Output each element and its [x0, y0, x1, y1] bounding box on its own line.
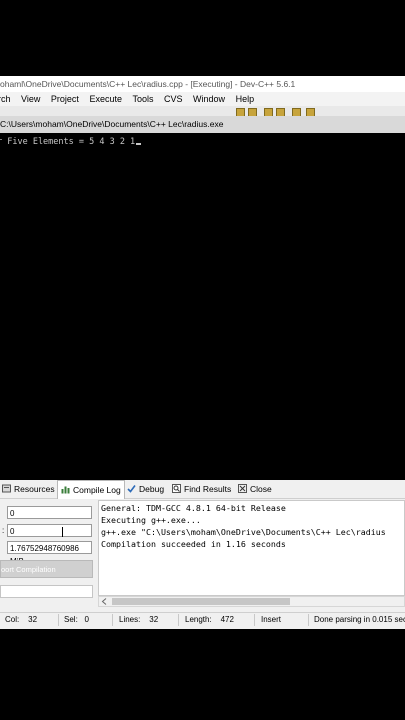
abort-compilation-button[interactable]: oort Compilation — [0, 560, 93, 578]
console-output-area[interactable] — [0, 133, 405, 480]
menu-help[interactable]: Help — [236, 92, 255, 106]
compile-log-icon — [61, 486, 70, 494]
status-sel: Sel: 0 — [64, 615, 89, 624]
field-label-fragment: : — [2, 526, 5, 535]
menu-bar: rch View Project Execute Tools CVS Windo… — [0, 92, 405, 106]
status-separator — [254, 614, 255, 626]
text-cursor-ibeam — [62, 527, 63, 537]
status-col: Col: 32 — [5, 615, 38, 624]
menu-tools[interactable]: Tools — [132, 92, 153, 106]
log-line: g++.exe "C:\Users\moham\OneDrive\Documen… — [101, 527, 386, 537]
tab-find-results[interactable]: Find Results — [172, 480, 231, 498]
log-line: General: TDM-GCC 4.8.1 64-bit Release — [101, 503, 286, 513]
window-title-bar: ohaml\OneDrive\Documents\C++ Lec\radius.… — [0, 76, 405, 92]
menu-execute[interactable]: Execute — [89, 92, 122, 106]
errors-field: 0 — [7, 506, 92, 519]
menu-project[interactable]: Project — [51, 92, 79, 106]
menu-window[interactable]: Window — [193, 92, 225, 106]
find-results-icon — [172, 484, 181, 493]
resources-icon — [2, 484, 11, 493]
console-title: C:\Users\moham\OneDrive\Documents\C++ Le… — [0, 119, 224, 129]
status-separator — [308, 614, 309, 626]
status-separator — [178, 614, 179, 626]
shorten-paths-checkbox-area[interactable] — [0, 585, 93, 598]
text-cursor — [136, 143, 142, 145]
window-title: ohaml\OneDrive\Documents\C++ Lec\radius.… — [0, 79, 296, 89]
log-line: Compilation succeeded in 1.16 seconds — [101, 539, 286, 549]
status-insert-mode: Insert — [261, 615, 282, 624]
status-separator — [112, 614, 113, 626]
tab-resources[interactable]: Resources — [2, 480, 55, 498]
status-lines: Lines: 32 — [119, 615, 159, 624]
tab-debug[interactable]: Debug — [127, 480, 164, 498]
scroll-left-icon[interactable] — [101, 598, 108, 605]
menu-search[interactable]: rch — [0, 92, 11, 106]
console-title-bar: C:\Users\moham\OneDrive\Documents\C++ Le… — [0, 116, 405, 133]
close-icon — [238, 484, 247, 493]
status-message: Done parsing in 0.015 seco — [314, 615, 405, 624]
tab-close[interactable]: Close — [238, 480, 272, 498]
debug-check-icon — [127, 485, 136, 493]
scrollbar-thumb[interactable] — [112, 598, 290, 605]
menu-view[interactable]: View — [21, 92, 40, 106]
console-output-line: r Five Elements = 5 4 3 2 1 — [0, 137, 142, 147]
status-separator — [58, 614, 59, 626]
log-line: Executing g++.exe... — [101, 515, 201, 525]
menu-cvs[interactable]: CVS — [164, 92, 183, 106]
tab-compile-log[interactable]: Compile Log — [57, 480, 125, 499]
toolbar — [0, 106, 405, 116]
status-length: Length: 472 — [185, 615, 234, 624]
output-size-field: 1.76752948760986 MiB — [7, 541, 92, 566]
warnings-field: 0 — [7, 524, 92, 537]
